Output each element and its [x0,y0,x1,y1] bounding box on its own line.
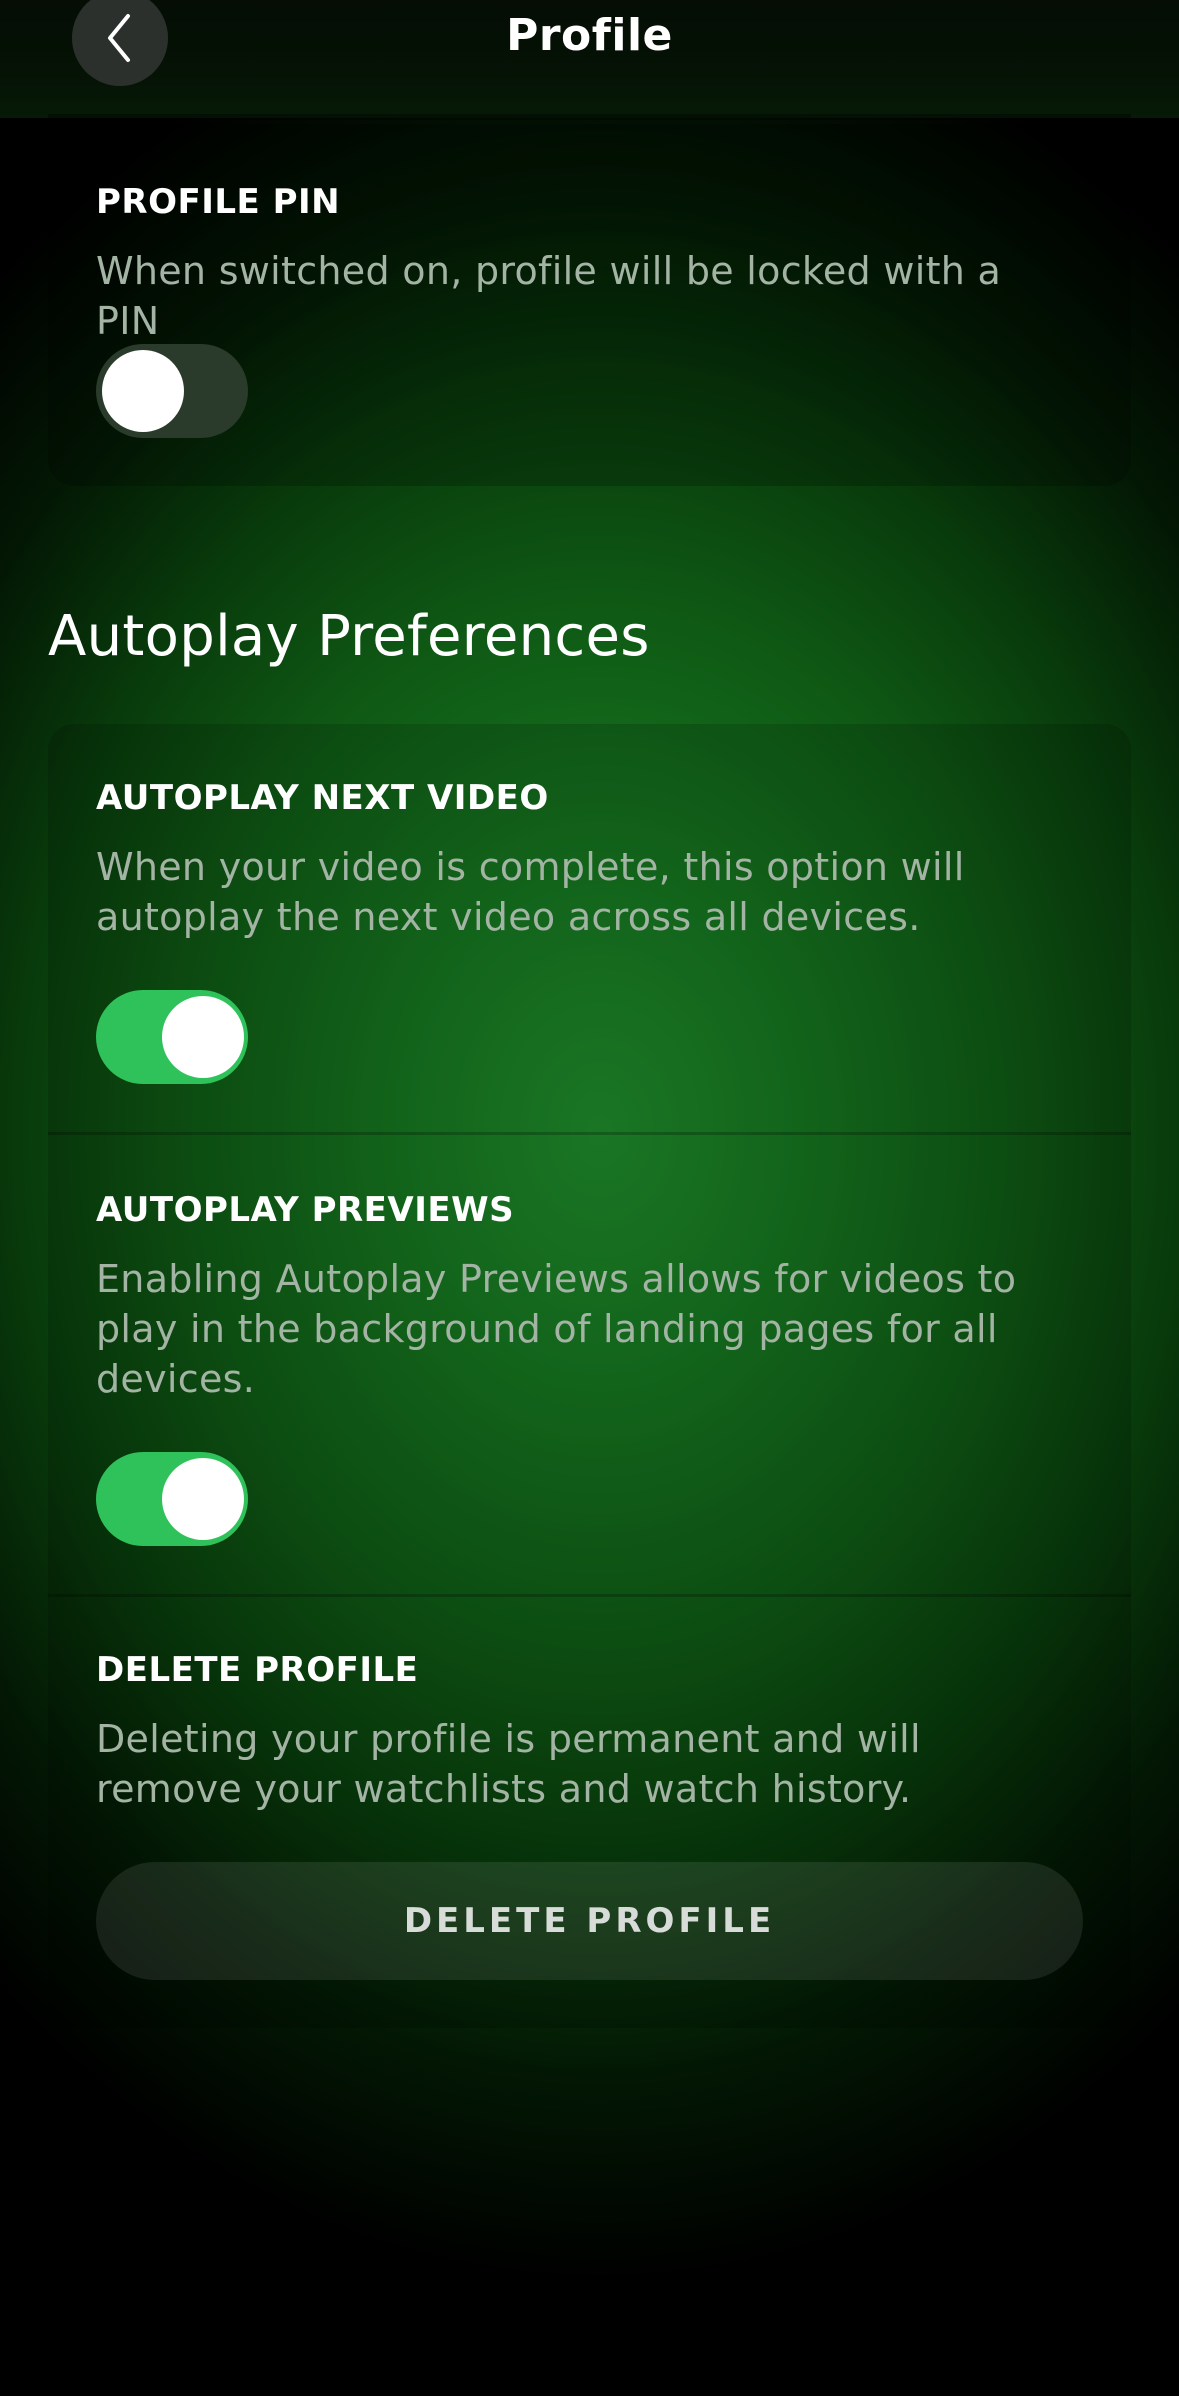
delete-profile-button[interactable]: DELETE PROFILE [96,1862,1083,1980]
autoplay-previews-toggle[interactable] [96,1452,248,1546]
delete-profile-description: Deleting your profile is permanent and w… [96,1717,921,1811]
autoplay-next-video-description: When your video is complete, this option… [96,845,965,939]
autoplay-next-video-toggle[interactable] [96,990,248,1084]
top-app-bar: Profile [0,0,1179,120]
toggle-knob [162,996,244,1078]
autoplay-next-video-title: AUTOPLAY NEXT VIDEO [96,778,549,818]
header-divider [48,114,1131,120]
autoplay-preferences-heading: Autoplay Preferences [48,604,650,669]
profile-pin-description: When switched on, profile will be locked… [96,249,1002,343]
profile-pin-title: PROFILE PIN [96,182,341,222]
delete-profile-title: DELETE PROFILE [96,1650,419,1690]
section-divider [48,1132,1131,1135]
toggle-knob [102,350,184,432]
autoplay-previews-description: Enabling Autoplay Previews allows for vi… [96,1257,1017,1401]
profile-pin-toggle[interactable] [96,344,248,438]
page-title: Profile [506,10,673,61]
autoplay-previews-title: AUTOPLAY PREVIEWS [96,1190,515,1230]
toggle-knob [162,1458,244,1540]
section-divider [48,1594,1131,1597]
